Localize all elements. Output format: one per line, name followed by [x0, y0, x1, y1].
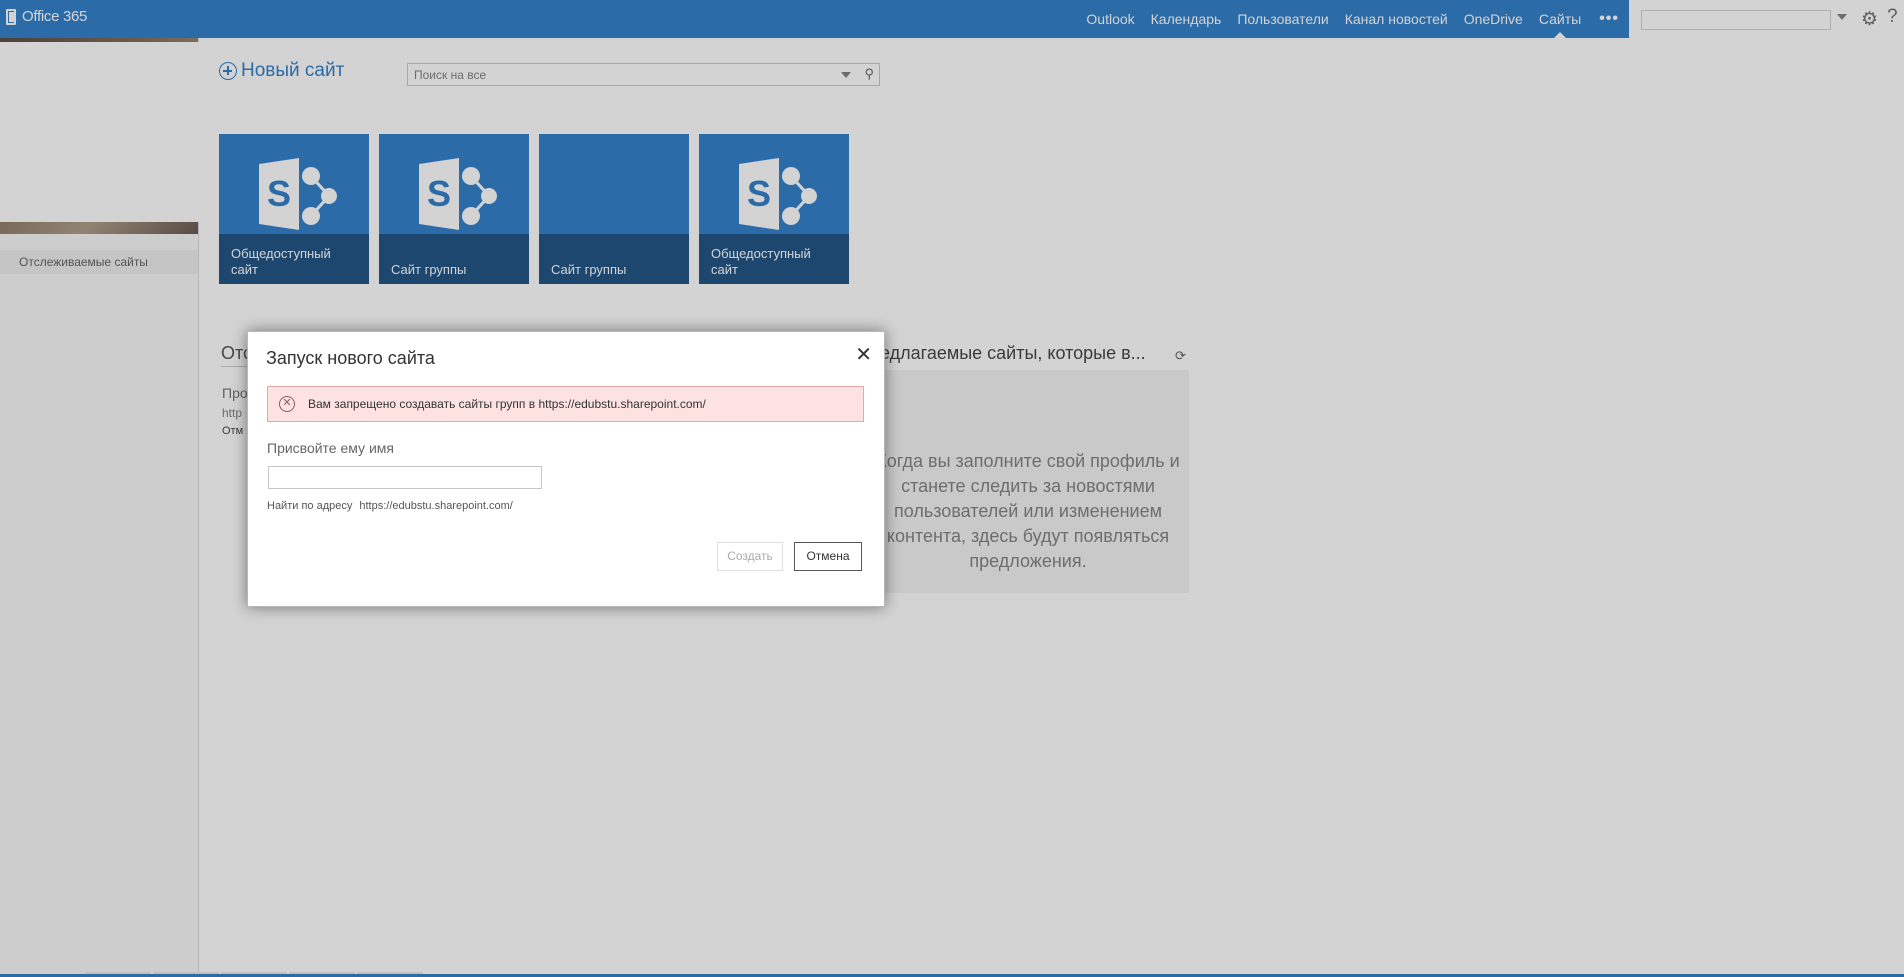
- site-address-value: https://edubstu.sharepoint.com/: [359, 500, 513, 512]
- error-text: Вам запрещено создавать сайты групп в ht…: [308, 397, 706, 411]
- site-name-label: Присвойте ему имя: [267, 440, 394, 456]
- site-address: Найти по адресу https://edubstu.sharepoi…: [267, 500, 513, 512]
- cancel-button[interactable]: Отмена: [794, 542, 862, 571]
- error-message: ✕ Вам запрещено создавать сайты групп в …: [267, 386, 864, 422]
- dialog-title: Запуск нового сайта: [266, 348, 435, 368]
- create-button[interactable]: Создать: [717, 542, 783, 571]
- error-icon: ✕: [279, 396, 295, 412]
- site-name-input[interactable]: [268, 466, 542, 489]
- site-address-label: Найти по адресу: [267, 500, 353, 512]
- close-icon[interactable]: ✕: [855, 342, 872, 367]
- new-site-dialog: Запуск нового сайта ✕ ✕ Вам запрещено со…: [247, 331, 885, 607]
